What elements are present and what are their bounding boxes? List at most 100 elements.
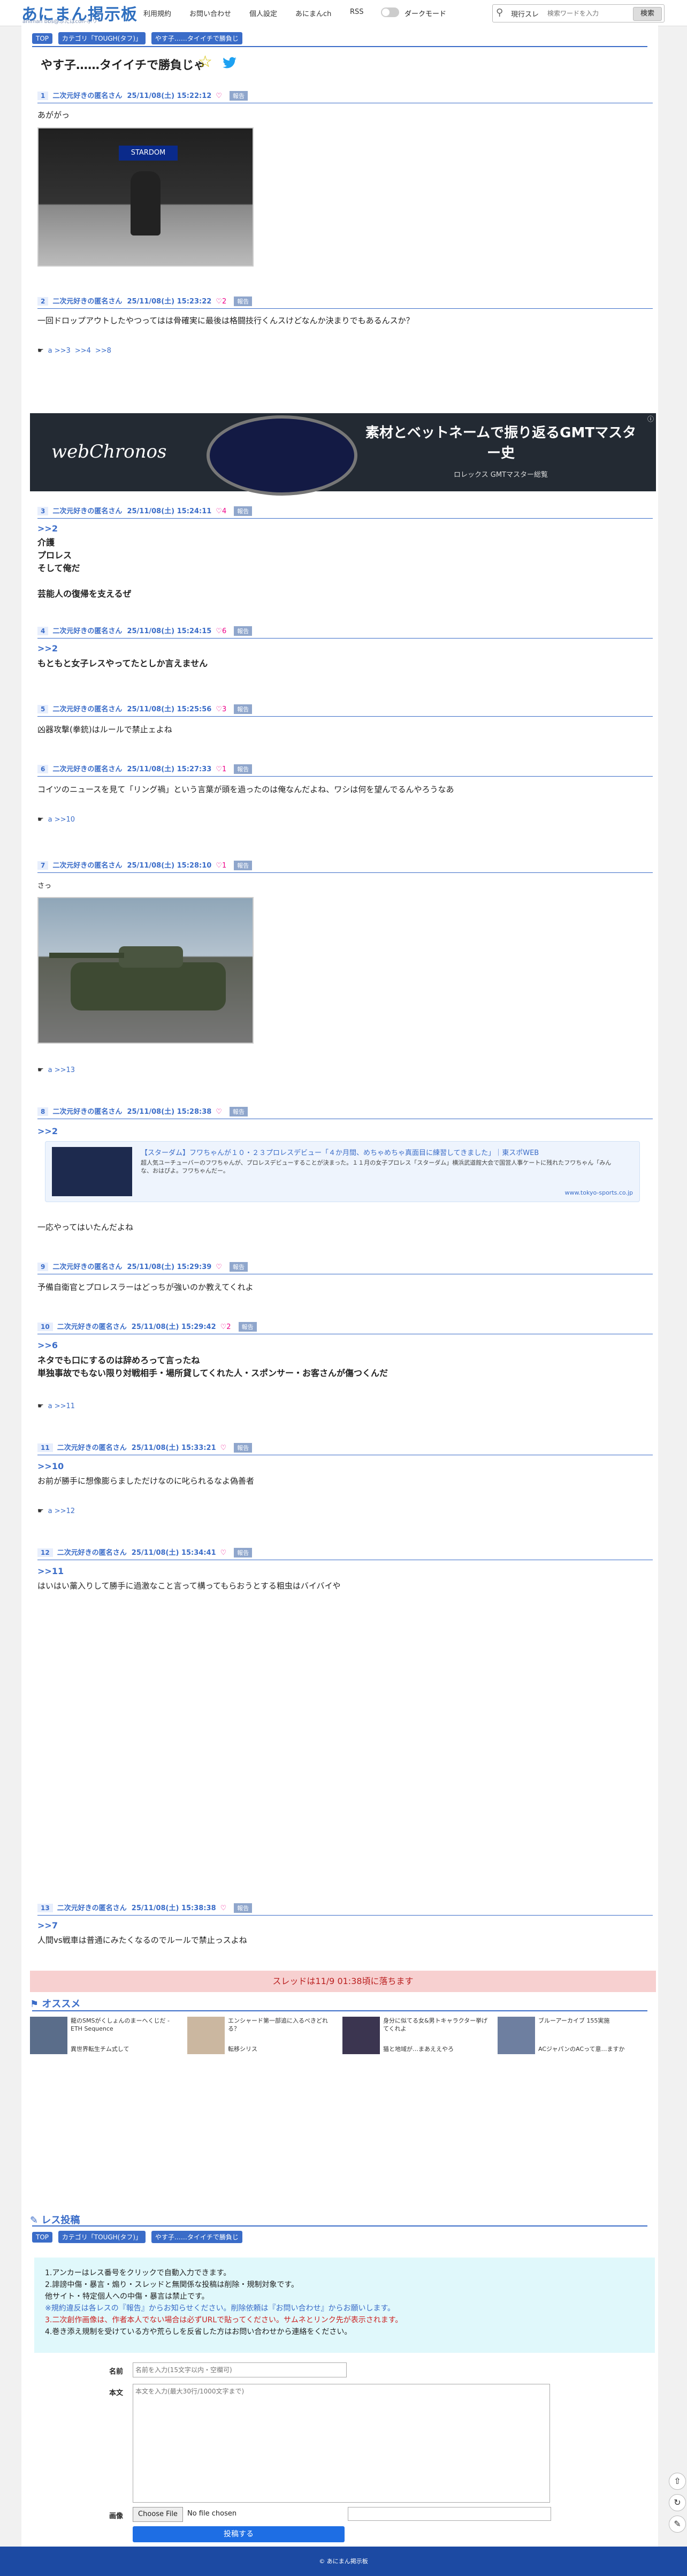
post-number[interactable]: 5 [37, 705, 49, 713]
anchor-link[interactable]: >>10 [37, 1461, 64, 1471]
heart-icon[interactable]: ♡ [220, 1904, 227, 1912]
report-button[interactable]: 報告 [234, 626, 253, 636]
dark-mode-toggle[interactable] [381, 7, 399, 17]
post-number[interactable]: 6 [37, 765, 49, 773]
dark-mode-label: ダークモード [404, 10, 447, 18]
post-image-tank[interactable] [37, 897, 254, 1044]
reload-icon[interactable]: ↻ [669, 2494, 686, 2511]
reply-link[interactable]: a >>13 [48, 1066, 75, 1074]
favorite-star-icon[interactable]: ☆ [198, 52, 212, 71]
search-box: ⚲ 現行スレ 検索 [492, 4, 665, 22]
recommend-item[interactable]: ブルーアーカイブ 155実施 ACジャパンのACって意…ますか [498, 2017, 647, 2060]
scroll-top-icon[interactable]: ⇧ [669, 2473, 686, 2490]
post-header: 7 二次元好きの匿名さん 25/11/08(土) 15:28:10 ♡1 報告 [37, 860, 253, 871]
recommend-item[interactable]: 龍のSMSがくしょんのまーへくじだ -ETH Sequence 異世界転生チム式… [30, 2017, 180, 2060]
post-number[interactable]: 3 [37, 507, 49, 515]
breadcrumb-top[interactable]: TOP [32, 2232, 53, 2243]
heart-icon[interactable]: ♡ [220, 1323, 227, 1331]
report-button[interactable]: 報告 [234, 297, 253, 306]
post-number[interactable]: 2 [37, 297, 49, 306]
name-input[interactable] [133, 2362, 347, 2377]
report-button[interactable]: 報告 [238, 1322, 257, 1332]
post-divider [37, 1915, 653, 1916]
search-kind-select[interactable]: 現行スレ [511, 9, 539, 19]
nav-animanch[interactable]: あにまんch [295, 8, 331, 18]
image-url-field[interactable] [348, 2507, 551, 2521]
heart-icon[interactable]: ♡ [216, 765, 222, 773]
heart-icon[interactable]: ♡ [216, 1263, 222, 1271]
post-form-title-text: レス投稿 [41, 2215, 80, 2226]
ad-banner[interactable]: ⓘ webChronos 素材とベットネームで振り返るGMTマスター史 ロレック… [30, 413, 656, 496]
report-button[interactable]: 報告 [234, 861, 253, 870]
nav-settings[interactable]: 個人設定 [249, 8, 277, 18]
recommend-item[interactable]: エンシャード第一部追に入るべきどれる？ 転移シリス [187, 2017, 337, 2060]
post-number[interactable]: 12 [37, 1548, 53, 1557]
post-number[interactable]: 11 [37, 1443, 53, 1452]
nav-terms[interactable]: 利用規約 [143, 8, 171, 18]
recommend-item[interactable]: 身分に似てる女&男トキャラクター挙げてくれよ 猫と地域が…まあええやろ [342, 2017, 492, 2060]
post-number[interactable]: 8 [37, 1107, 49, 1116]
anchor-link[interactable]: >>2 [37, 1126, 58, 1136]
breadcrumb-category[interactable]: カテゴリ「TOUGH(タフ)」 [58, 2231, 146, 2243]
anchor-link[interactable]: >>2 [37, 523, 58, 534]
anchor-link[interactable]: >>2 [37, 643, 58, 654]
reply-link[interactable]: >>8 [95, 347, 111, 355]
heart-icon[interactable]: ♡ [216, 1108, 222, 1116]
anchor-link[interactable]: >>7 [37, 1920, 58, 1931]
edit-icon[interactable]: ✎ [669, 2516, 686, 2533]
report-button[interactable]: 報告 [234, 506, 253, 516]
heart-icon[interactable]: ♡ [216, 862, 222, 870]
post-header: 9 二次元好きの匿名さん 25/11/08(土) 15:29:39 ♡ 報告 [37, 1261, 248, 1273]
breadcrumb-thread[interactable]: やす子……タイイチで勝負じ [151, 2231, 242, 2243]
heart-icon[interactable]: ♡ [216, 92, 222, 100]
report-button[interactable]: 報告 [229, 1107, 248, 1116]
post-number[interactable]: 9 [37, 1263, 49, 1271]
link-card[interactable]: 【スターダム】フワちゃんが１０・２３プロレスデビュー「４か月間、めちゃめちゃ真面… [45, 1141, 640, 1202]
submit-button[interactable]: 投稿する [133, 2526, 345, 2542]
heart-icon[interactable]: ♡ [220, 1444, 227, 1452]
reply-link[interactable]: a >>12 [48, 1507, 75, 1515]
twitter-icon[interactable] [220, 56, 239, 71]
reply-link[interactable]: >>4 [75, 347, 91, 355]
post-name: 二次元好きの匿名さん [52, 1263, 123, 1271]
post-body-line: 芸能人の復帰を支えるぜ [37, 589, 132, 599]
report-button[interactable]: 報告 [229, 1262, 248, 1272]
ad-close-icon[interactable]: ⓘ [647, 414, 655, 423]
tank-body [71, 962, 226, 1010]
heart-icon[interactable]: ♡ [220, 1549, 227, 1557]
breadcrumb-thread[interactable]: やす子……タイイチで勝負じ [151, 32, 242, 44]
heart-icon[interactable]: ♡ [216, 298, 222, 306]
post-number[interactable]: 7 [37, 861, 49, 870]
body-textarea[interactable] [133, 2384, 550, 2503]
reply-link[interactable]: a >>11 [48, 1402, 75, 1410]
breadcrumb-top[interactable]: TOP [32, 33, 53, 44]
choose-file-button[interactable]: Choose File [133, 2507, 183, 2522]
body-label: 本文 [109, 2389, 124, 2397]
report-button[interactable]: 報告 [234, 704, 253, 714]
reply-link[interactable]: a >>3 [48, 347, 71, 355]
reply-link[interactable]: a >>10 [48, 816, 75, 824]
breadcrumb-category[interactable]: カテゴリ「TOUGH(タフ)」 [58, 32, 146, 44]
post-number[interactable]: 10 [37, 1323, 53, 1331]
heart-icon[interactable]: ♡ [216, 705, 222, 713]
report-button[interactable]: 報告 [234, 1903, 253, 1913]
link-card-title[interactable]: 【スターダム】フワちゃんが１０・２３プロレスデビュー「４か月間、めちゃめちゃ真面… [141, 1147, 622, 1157]
ad-title: 素材とベットネームで振り返るGMTマスター史 [365, 425, 637, 461]
nav-rss[interactable]: RSS [350, 8, 364, 16]
nav-contact[interactable]: お問い合わせ [189, 8, 231, 18]
post-number[interactable]: 13 [37, 1904, 53, 1912]
report-button[interactable]: 報告 [229, 91, 248, 101]
anchor-link[interactable]: >>6 [37, 1340, 58, 1350]
post-number[interactable]: 1 [37, 92, 49, 100]
report-button[interactable]: 報告 [234, 764, 253, 774]
post-number[interactable]: 4 [37, 627, 49, 635]
report-button[interactable]: 報告 [234, 1548, 253, 1557]
report-button[interactable]: 報告 [234, 1443, 253, 1453]
search-input[interactable] [546, 7, 629, 20]
heart-icon[interactable]: ♡ [216, 507, 222, 515]
link-card-url[interactable]: www.tokyo-sports.co.jp [564, 1189, 633, 1196]
anchor-link[interactable]: >>11 [37, 1566, 64, 1576]
heart-icon[interactable]: ♡ [216, 627, 222, 635]
search-button[interactable]: 検索 [633, 7, 662, 21]
post-image-wrestler[interactable]: STARDOM [37, 127, 254, 267]
